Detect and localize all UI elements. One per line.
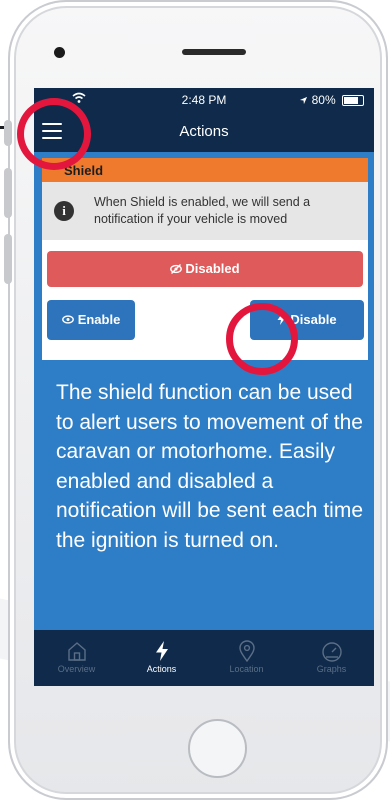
promo-caption: The shield function can be used to alert… <box>56 381 363 552</box>
shield-info-box: i When Shield is enabled, we will send a… <box>42 182 368 240</box>
tab-overview[interactable]: Overview <box>34 630 119 686</box>
front-camera <box>54 47 65 58</box>
enable-button-label: Enable <box>77 312 121 327</box>
disable-button-label: Disable <box>290 312 337 327</box>
side-button-volume-down <box>4 234 12 284</box>
tab-graphs[interactable]: Graphs <box>289 630 374 686</box>
eye-slash-icon <box>170 264 183 274</box>
location-pin-icon <box>238 640 255 662</box>
shield-status-button[interactable]: Disabled <box>47 251 363 287</box>
shield-card-header: Shield <box>42 158 368 182</box>
lightning-icon <box>155 641 168 661</box>
gauge-icon <box>321 642 342 662</box>
side-button-silent <box>4 120 12 146</box>
tab-actions-label: Actions <box>146 664 177 674</box>
info-icon: i <box>54 201 74 221</box>
highlight-ring-menu <box>17 98 91 170</box>
tab-graphs-label: Graphs <box>316 664 347 674</box>
home-button[interactable] <box>188 719 247 778</box>
tab-bar: Overview Actions Location Graphs <box>34 630 374 686</box>
enable-button[interactable]: Enable <box>47 300 135 340</box>
tab-location[interactable]: Location <box>204 630 289 686</box>
tab-overview-label: Overview <box>57 664 96 674</box>
shield-info-text: When Shield is enabled, we will send a n… <box>94 195 311 226</box>
highlight-ring-disable <box>226 303 298 375</box>
eye-icon <box>61 315 74 324</box>
side-button-volume-up <box>4 168 12 218</box>
home-icon <box>67 642 86 661</box>
shield-status-label: Disabled <box>185 261 240 276</box>
earpiece-speaker <box>182 49 246 55</box>
battery-percent: 80% <box>311 93 336 107</box>
battery-indicator: 80% <box>299 93 364 107</box>
battery-icon <box>342 95 364 107</box>
app-screen: 2:48 PM 80% Actions Shield i When Shield… <box>34 88 374 686</box>
shield-card: Shield i When Shield is enabled, we will… <box>42 158 368 360</box>
tab-location-label: Location <box>229 664 264 674</box>
tab-actions[interactable]: Actions <box>119 630 204 686</box>
status-bar: 2:48 PM 80% <box>34 88 374 112</box>
location-arrow-icon <box>300 97 308 105</box>
